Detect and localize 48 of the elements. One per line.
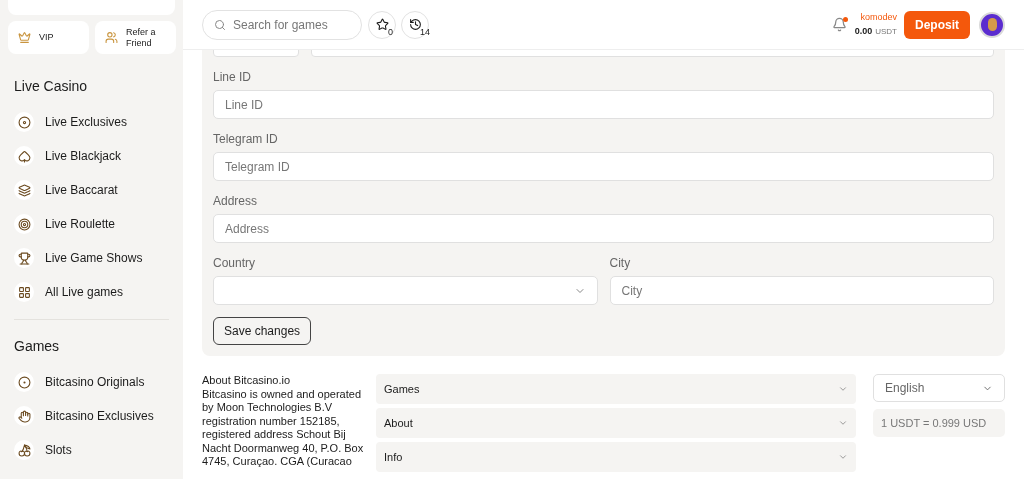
about-title: About Bitcasino.io (202, 374, 292, 388)
about-text: Bitcasino is owned and operated by Moon Technologies B.V registration number 152185, registered address Schout Bij Nacht Doormanweg 40, P.O. Box 4745, Curaçao. CGA (Curacao (202, 387, 365, 469)
bell-icon (831, 17, 847, 32)
input-field[interactable]: City (609, 276, 994, 305)
crown-icon (18, 31, 31, 44)
section-title: Live Casino (14, 77, 89, 96)
chevron-icon (838, 418, 848, 428)
sidebar-item[interactable]: Live Blackjack (14, 139, 169, 173)
field-label: Telegram ID (213, 131, 279, 146)
sidebar-item[interactable]: Slots (14, 433, 169, 467)
sidebar-item[interactable]: Bitcasino Originals (14, 365, 169, 399)
sidebar-item[interactable]: Bitcasino Exclusives (14, 399, 169, 433)
notifications-button[interactable] (831, 16, 848, 33)
sidebar-item[interactable]: Live Baccarat (14, 173, 169, 207)
history-icon (408, 18, 422, 31)
accordion-header[interactable]: About (376, 408, 856, 438)
save-button[interactable]: Save changes (213, 317, 312, 345)
promo-button[interactable]: VIP (8, 21, 89, 54)
language-select[interactable]: English (873, 374, 1005, 402)
input-field[interactable]: Telegram ID (213, 152, 994, 181)
section-title: Games (14, 337, 61, 356)
sidebar-item[interactable]: Live Game Shows (14, 241, 169, 275)
chevron-icon (838, 452, 848, 462)
field-label: Line ID (213, 69, 253, 84)
select-field[interactable] (213, 276, 598, 305)
field-label: Country (213, 255, 257, 270)
avatar[interactable] (979, 11, 1005, 38)
search-icon (214, 18, 226, 31)
exchange-rate: 1 USDT = 0.999 USD (873, 409, 1005, 437)
field-label: Address (213, 193, 259, 208)
search-field[interactable]: Search for games (202, 9, 362, 40)
currency: USDT (875, 25, 897, 38)
sidebar-item[interactable]: All Live games (14, 275, 169, 309)
chevron-icon (838, 384, 848, 394)
field-label: City (609, 255, 632, 270)
promo-button[interactable]: Refer a Friend (95, 21, 176, 54)
recent-count: 14 (420, 26, 430, 39)
accordion-header[interactable]: Info (376, 442, 856, 472)
star-icon (375, 18, 389, 31)
username: komodev (860, 11, 897, 24)
sidebar-item[interactable]: Live Exclusives (14, 105, 169, 139)
balance: 0.00 (854, 24, 873, 38)
favorites-count: 0 (388, 26, 393, 39)
input-field[interactable]: Address (213, 214, 994, 243)
accordion-header[interactable]: Games (376, 374, 856, 404)
sidebar-item[interactable]: Live Roulette (14, 207, 169, 241)
input-field[interactable]: Line ID (213, 90, 994, 119)
people-icon (105, 31, 118, 44)
